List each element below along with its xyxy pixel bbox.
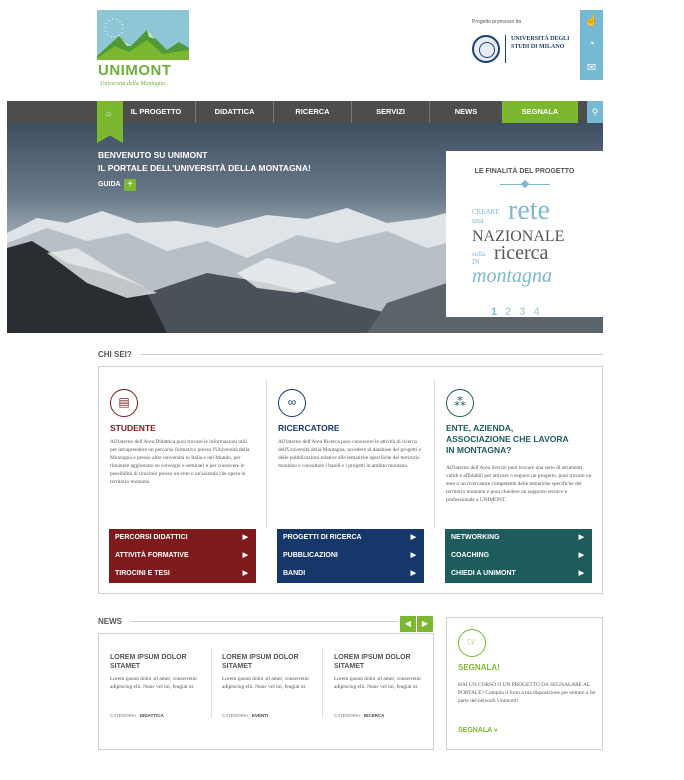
- segnala-title: SEGNALA!: [458, 663, 500, 672]
- nav-news[interactable]: NEWS: [429, 101, 502, 123]
- menu-progetti-di-ricerca[interactable]: PROGETTI DI RICERCA ▶: [277, 529, 424, 547]
- news-divider: [211, 648, 212, 718]
- news-item-text: Lorem ipsum dolor sit amet, consectetur …: [334, 676, 422, 690]
- news-item-title[interactable]: LOREM IPSUM DOLOR SITAMET: [222, 653, 317, 671]
- logo-subtitle: Università della Montagna: [100, 81, 165, 87]
- news-divider: [322, 648, 323, 718]
- menu-tirocini-e-tesi[interactable]: TIROCINI E TESI ▶: [109, 565, 256, 583]
- unimi-divider: [505, 35, 506, 63]
- guide-link[interactable]: GUIDA: [98, 181, 121, 188]
- segnala-link[interactable]: SEGNALA »: [458, 727, 498, 734]
- nav-segnala[interactable]: SEGNALA: [502, 101, 578, 123]
- hero-card-ornament: [520, 179, 530, 189]
- hand-icon[interactable]: ☝: [585, 16, 599, 27]
- menu-pubblicazioni[interactable]: PUBBLICAZIONI ▶: [277, 547, 424, 565]
- ente-text: All'interno dell'Area Servizi puoi trova…: [446, 465, 592, 503]
- social-icons-bar: ☝ ◔ ✉: [580, 10, 603, 80]
- menu-chiedi-a-unimont[interactable]: CHIEDI A UNIMONT ▶: [445, 565, 592, 583]
- hero-title: BENVENUTO SU UNIMONT IL PORTALE DELL'UNI…: [98, 150, 311, 173]
- network-icon: ⁂: [446, 389, 474, 417]
- news-item-meta: CATEGORIA · EVENTI: [222, 713, 269, 718]
- hero-card-title: LE FINALITÀ DEL PROGETTO: [474, 168, 575, 175]
- ente-menu: NETWORKING ▶ COACHING ▶ CHIEDI A UNIMONT ▶: [445, 529, 592, 584]
- studente-title: STUDENTE: [110, 423, 156, 433]
- unimi-name[interactable]: UNIVERSITÀ DEGLI STUDI DI MILANO: [511, 36, 571, 51]
- ricercatore-title: RICERCATORE: [278, 423, 340, 433]
- column-divider: [266, 380, 267, 528]
- unimi-seal-icon[interactable]: [472, 35, 500, 63]
- search-icon[interactable]: ⚲: [587, 101, 603, 123]
- menu-bandi[interactable]: BANDI ▶: [277, 565, 424, 583]
- main-nav: IL PROGETTO DIDATTICA RICERCA SERVIZI NE…: [7, 101, 603, 123]
- menu-percorsi-didattici[interactable]: PERCORSI DIDATTICI ▶: [109, 529, 256, 547]
- hero-pager: 1234: [491, 306, 548, 318]
- news-box: [98, 633, 434, 750]
- hero-card-sulla: sulla: [472, 250, 486, 258]
- nav-didattica[interactable]: DIDATTICA: [195, 101, 273, 123]
- rss-icon[interactable]: ◔: [588, 39, 595, 50]
- studente-menu: PERCORSI DIDATTICI ▶ ATTIVITÀ FORMATIVE ▶ …: [109, 529, 256, 584]
- pointing-hand-icon: ☞: [458, 629, 486, 657]
- news-item-text: Lorem ipsum dolor sit amet, consectetur …: [110, 676, 198, 690]
- news-item-meta: CATEGORIA · RICERCA: [334, 713, 385, 718]
- hero-pager-4[interactable]: 4: [533, 306, 547, 318]
- chevron-right-icon[interactable]: ▶: [417, 616, 433, 632]
- news-rule: [130, 621, 398, 622]
- hero-pager-1[interactable]: 1: [491, 306, 505, 318]
- hero-card: LE FINALITÀ DEL PROGETTO CREARE una rete…: [446, 151, 603, 317]
- news-item-title[interactable]: LOREM IPSUM DOLOR SITAMET: [110, 653, 205, 671]
- book-icon: ▤: [110, 389, 138, 417]
- hero-card-rete: rete: [508, 195, 550, 226]
- ricercatore-text: All'interno dell'Area Ricerca puoi conos…: [278, 439, 422, 469]
- nav-servizi[interactable]: SERVIZI: [351, 101, 429, 123]
- column-divider: [434, 380, 435, 528]
- chi-sei-title: CHI SEI?: [98, 350, 132, 359]
- hero-card-montagna: montagna: [472, 265, 552, 287]
- hero-card-creare: CREARE: [472, 208, 500, 216]
- promoter-label: Progetto promosso da: [472, 19, 522, 25]
- studente-text: All'interno dell'Area Didattica puoi tro…: [110, 439, 250, 485]
- glasses-icon: ∞: [278, 389, 306, 417]
- nav-ricerca[interactable]: RICERCA: [273, 101, 351, 123]
- news-item-title[interactable]: LOREM IPSUM DOLOR SITAMET: [334, 653, 429, 671]
- chevron-left-icon[interactable]: ◀: [400, 616, 416, 632]
- chi-sei-rule: [140, 354, 603, 355]
- segnala-text: HAI UN CORSO O UN PROGETTO DA SEGNALARE …: [458, 682, 596, 704]
- news-item-text: Lorem ipsum dolor sit amet, consectetur …: [222, 676, 310, 690]
- nav-il-progetto[interactable]: IL PROGETTO: [117, 101, 195, 123]
- hero-pager-3[interactable]: 3: [519, 306, 533, 318]
- menu-attivita-formative[interactable]: ATTIVITÀ FORMATIVE ▶: [109, 547, 256, 565]
- ente-title: ENTE, AZIENDA, ASSOCIAZIONE CHE LAVORA I…: [446, 423, 569, 455]
- logo-title: UNIMONT: [98, 62, 172, 79]
- menu-networking[interactable]: NETWORKING ▶: [445, 529, 592, 547]
- news-title: NEWS: [98, 617, 122, 626]
- ricercatore-menu: PROGETTI DI RICERCA ▶ PUBBLICAZIONI ▶ BAND…: [277, 529, 424, 584]
- hero-pager-2[interactable]: 2: [505, 306, 519, 318]
- hero-card-una: una: [472, 216, 484, 225]
- menu-coaching[interactable]: COACHING ▶: [445, 547, 592, 565]
- home-icon: ⌂: [106, 109, 111, 118]
- mail-icon[interactable]: ✉: [587, 62, 596, 74]
- hero-card-ricerca: ricerca: [494, 242, 549, 264]
- news-item-meta: CATEGORIA · DIDATTICA: [110, 713, 164, 718]
- guide-plus-button[interactable]: +: [124, 179, 136, 191]
